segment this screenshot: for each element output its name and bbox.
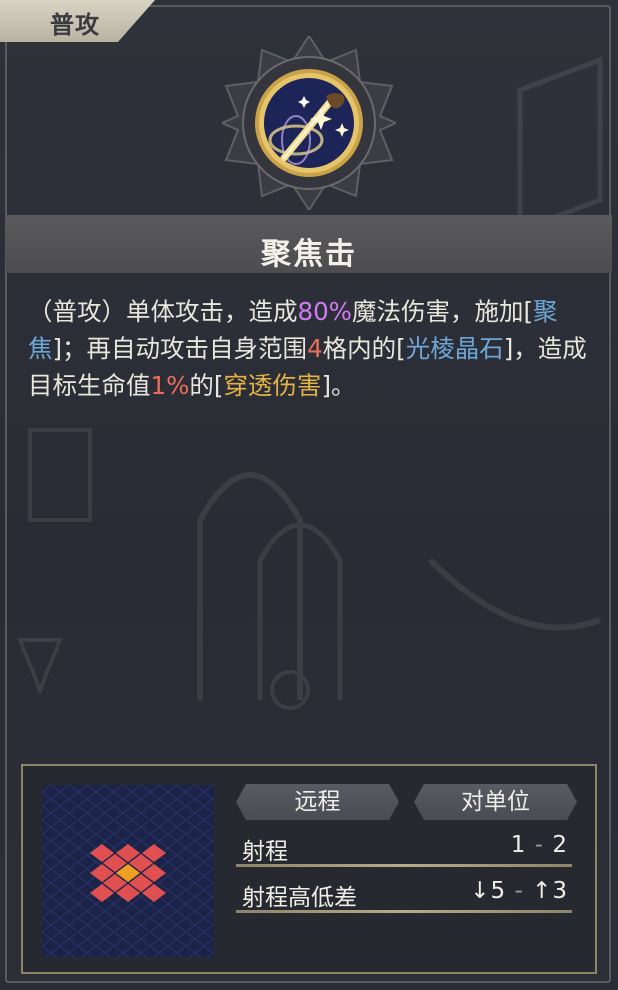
skill-emblem [222,36,396,210]
focus-strike-icon [255,69,363,177]
height-diff-value: ↓5 - ↑3 [470,878,568,904]
skill-type-label: 普攻 [50,11,100,39]
height-separator: - [514,878,524,904]
range-separator: - [534,832,545,858]
divider [236,864,572,867]
height-diff-row: 射程高低差 ↓5 - ↑3 [236,872,572,911]
range-label: 射程 [242,839,288,865]
skill-description: （普攻）单体攻击，造成80%魔法伤害，施加[聚焦]；再自动攻击自身范围4格内的[… [28,293,588,404]
height-diff-label: 射程高低差 [242,885,357,911]
height-up: ↑3 [532,878,568,904]
skill-detail-panel: 普攻 聚焦击 （普攻）单体攻击，造成80%魔法伤害，施加[聚焦]；再自动攻击自身… [0,0,618,990]
keyword-prism-crystal[interactable]: 光棱晶石 [406,334,504,363]
desc-text: （普攻）单体攻击，造成 [28,297,298,326]
desc-text: ]。 [321,371,356,400]
skill-name: 聚焦击 [261,237,357,272]
damage-percent: 80% [297,297,352,326]
range-number: 4 [307,334,323,363]
range-row: 射程 1 - 2 [236,826,572,865]
range-tiles [90,844,166,902]
height-down: ↓5 [470,878,507,904]
desc-text: 格内的[ [322,334,406,363]
range-max: 2 [552,832,568,858]
attack-mode-chip: 远程 [236,784,399,820]
desc-text: 魔法伤害，施加[ [351,297,534,326]
hp-percent: 1% [150,371,190,400]
desc-text: 的[ [189,371,224,400]
desc-text: ]；再自动攻击自身范围 [52,334,308,363]
target-type-chip: 对单位 [414,784,577,820]
range-min: 1 [510,832,527,858]
range-map [42,785,214,957]
keyword-pierce-damage[interactable]: 穿透伤害 [223,371,321,400]
range-value: 1 - 2 [511,832,568,858]
divider [236,910,572,913]
